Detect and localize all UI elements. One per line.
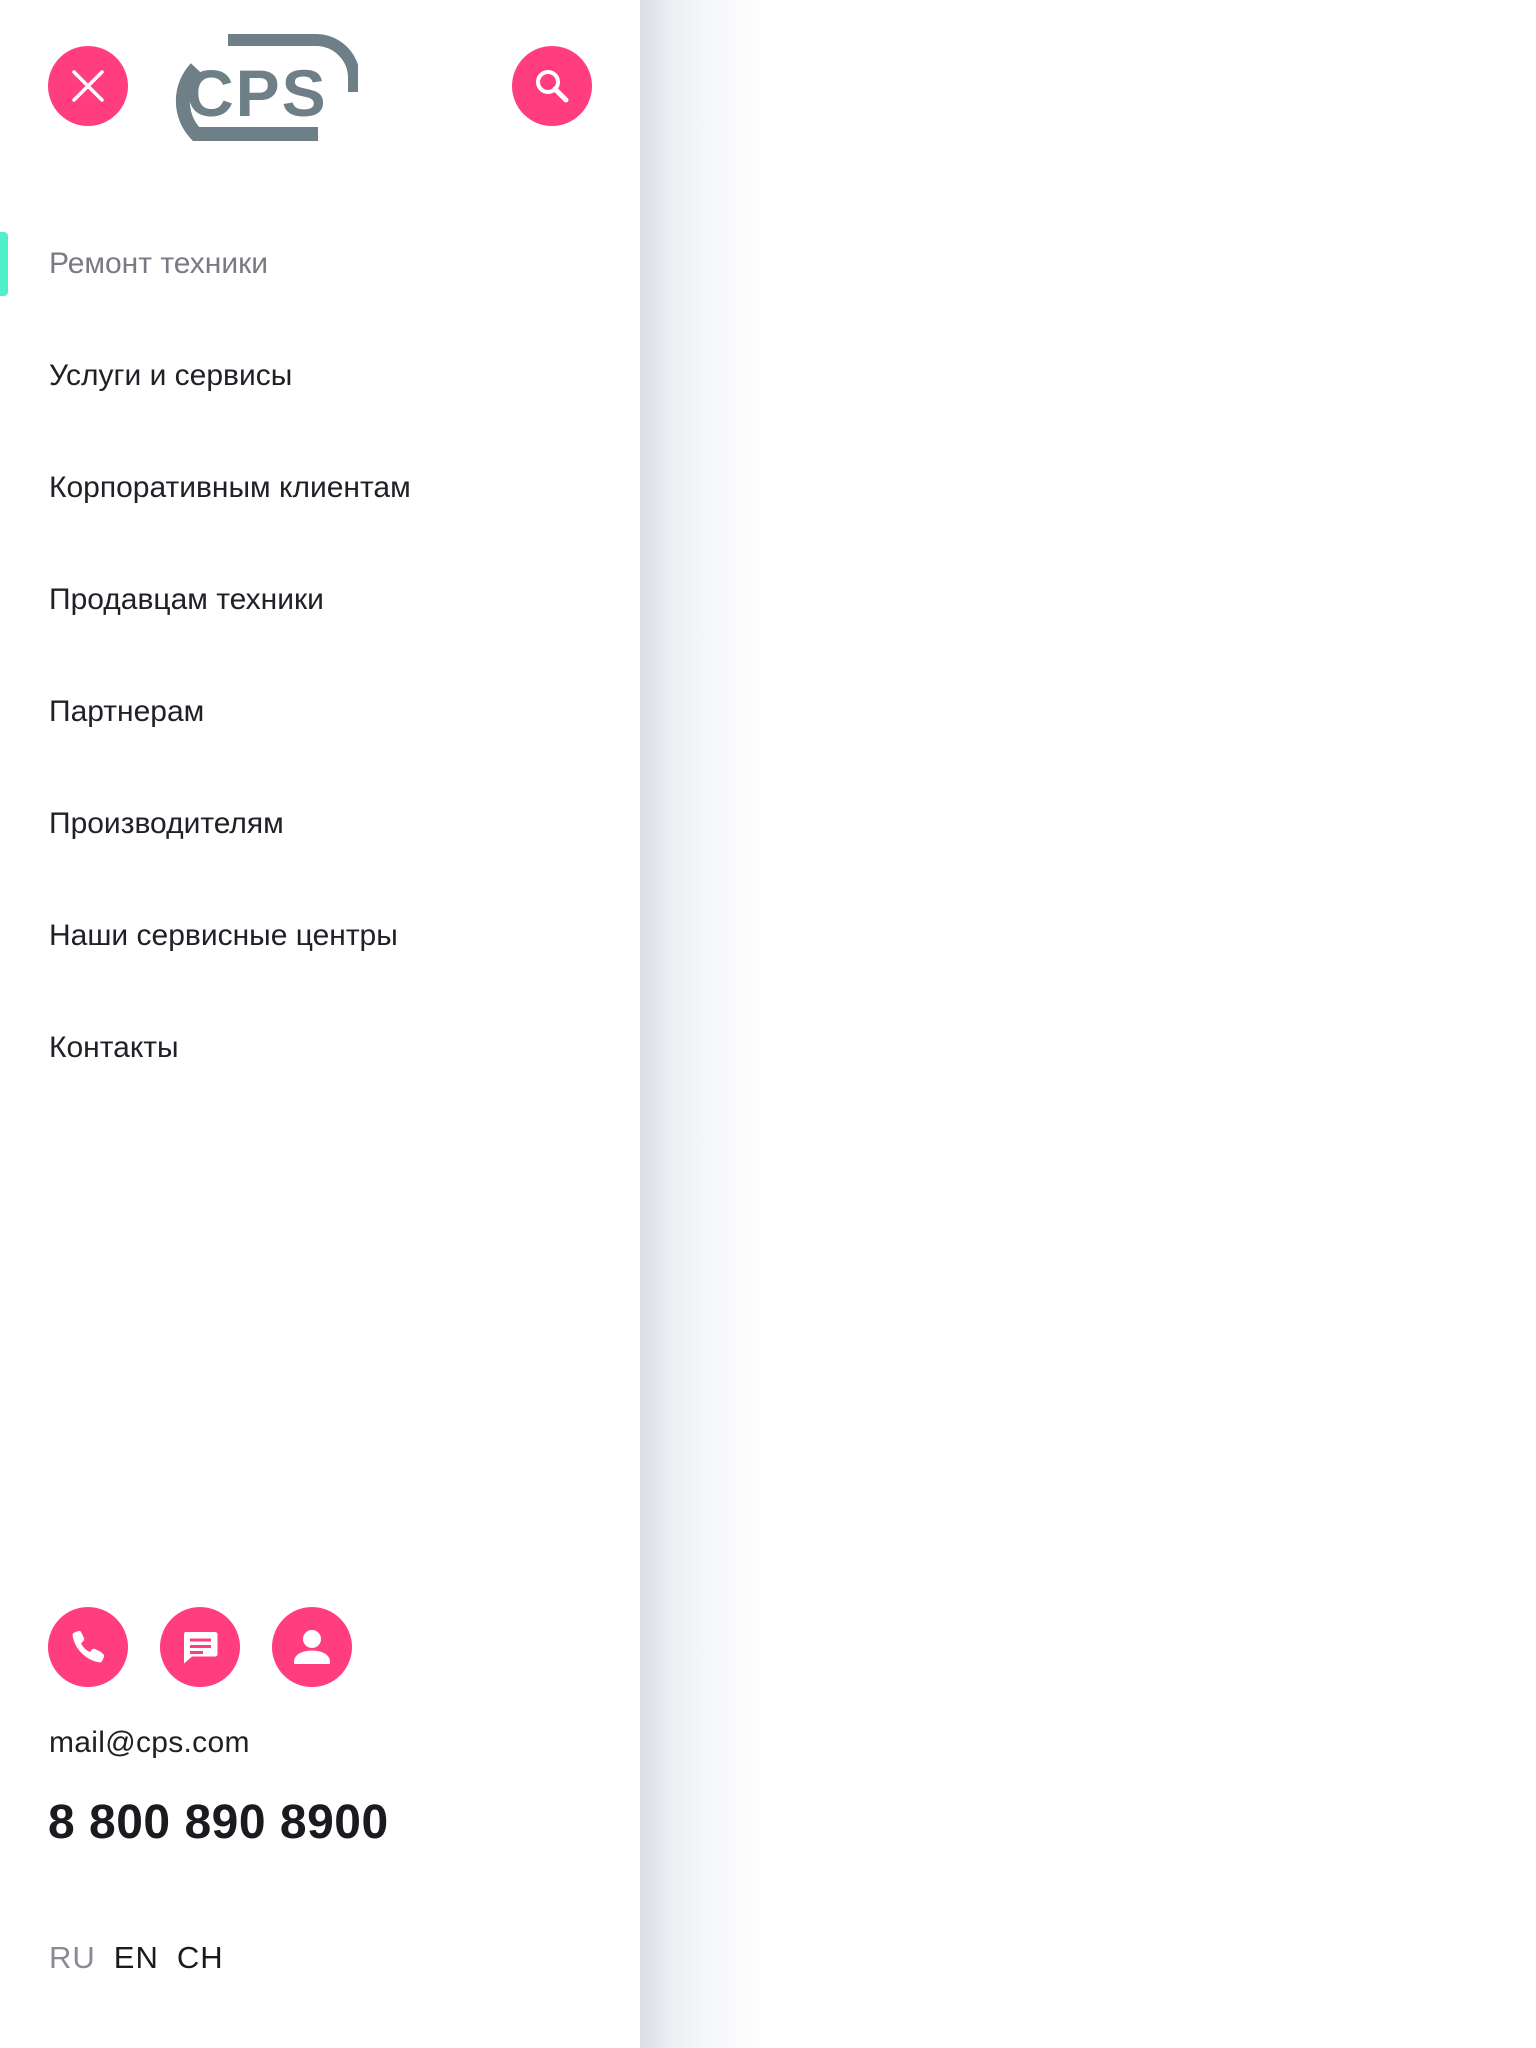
- menu-item-label: Производителям: [49, 807, 284, 840]
- menu-item-contacts[interactable]: Контакты: [0, 992, 640, 1104]
- search-icon: [536, 70, 569, 103]
- menu-item-service-centers[interactable]: Наши сервисные центры: [0, 880, 640, 992]
- menu-item-manufacturers[interactable]: Производителям: [0, 768, 640, 880]
- active-marker: [0, 232, 8, 296]
- phone-icon: [72, 1630, 105, 1663]
- menu-item-label: Корпоративным клиентам: [49, 471, 411, 504]
- main-menu: Ремонт техники Услуги и сервисы Корпорат…: [0, 208, 640, 1104]
- menu-item-label: Ремонт техники: [49, 247, 268, 280]
- lang-ch[interactable]: CH: [177, 1940, 224, 1976]
- logo-text: CPS: [186, 56, 328, 130]
- phone-number[interactable]: 8 800 890 8900: [48, 1795, 389, 1850]
- lang-en[interactable]: EN: [114, 1940, 159, 1976]
- language-switcher: RU EN CH: [49, 1940, 224, 1976]
- menu-item-label: Наши сервисные центры: [49, 919, 398, 952]
- chat-button[interactable]: [160, 1607, 240, 1687]
- menu-item-repair[interactable]: Ремонт техники: [0, 208, 640, 320]
- cps-logo[interactable]: CPS: [158, 34, 360, 142]
- chat-icon: [184, 1632, 218, 1664]
- menu-item-services[interactable]: Услуги и сервисы: [0, 320, 640, 432]
- menu-item-partners[interactable]: Партнерам: [0, 656, 640, 768]
- call-button[interactable]: [48, 1607, 128, 1687]
- menu-item-corporate[interactable]: Корпоративным клиентам: [0, 432, 640, 544]
- user-icon: [294, 1630, 330, 1664]
- page-overlay[interactable]: [640, 0, 1536, 2048]
- account-button[interactable]: [272, 1607, 352, 1687]
- close-icon: [72, 70, 104, 102]
- menu-item-label: Услуги и сервисы: [49, 359, 293, 392]
- search-button[interactable]: [512, 46, 592, 126]
- lang-ru[interactable]: RU: [49, 1940, 96, 1976]
- page: CPS Ремонт техники Услуги и сервисы Корп…: [0, 0, 1536, 2048]
- close-button[interactable]: [48, 46, 128, 126]
- menu-item-sellers[interactable]: Продавцам техники: [0, 544, 640, 656]
- menu-item-label: Партнерам: [49, 695, 205, 728]
- email-link[interactable]: mail@cps.com: [49, 1726, 250, 1760]
- menu-item-label: Продавцам техники: [49, 583, 324, 616]
- navigation-drawer: CPS Ремонт техники Услуги и сервисы Корп…: [0, 0, 640, 2048]
- menu-item-label: Контакты: [49, 1031, 179, 1064]
